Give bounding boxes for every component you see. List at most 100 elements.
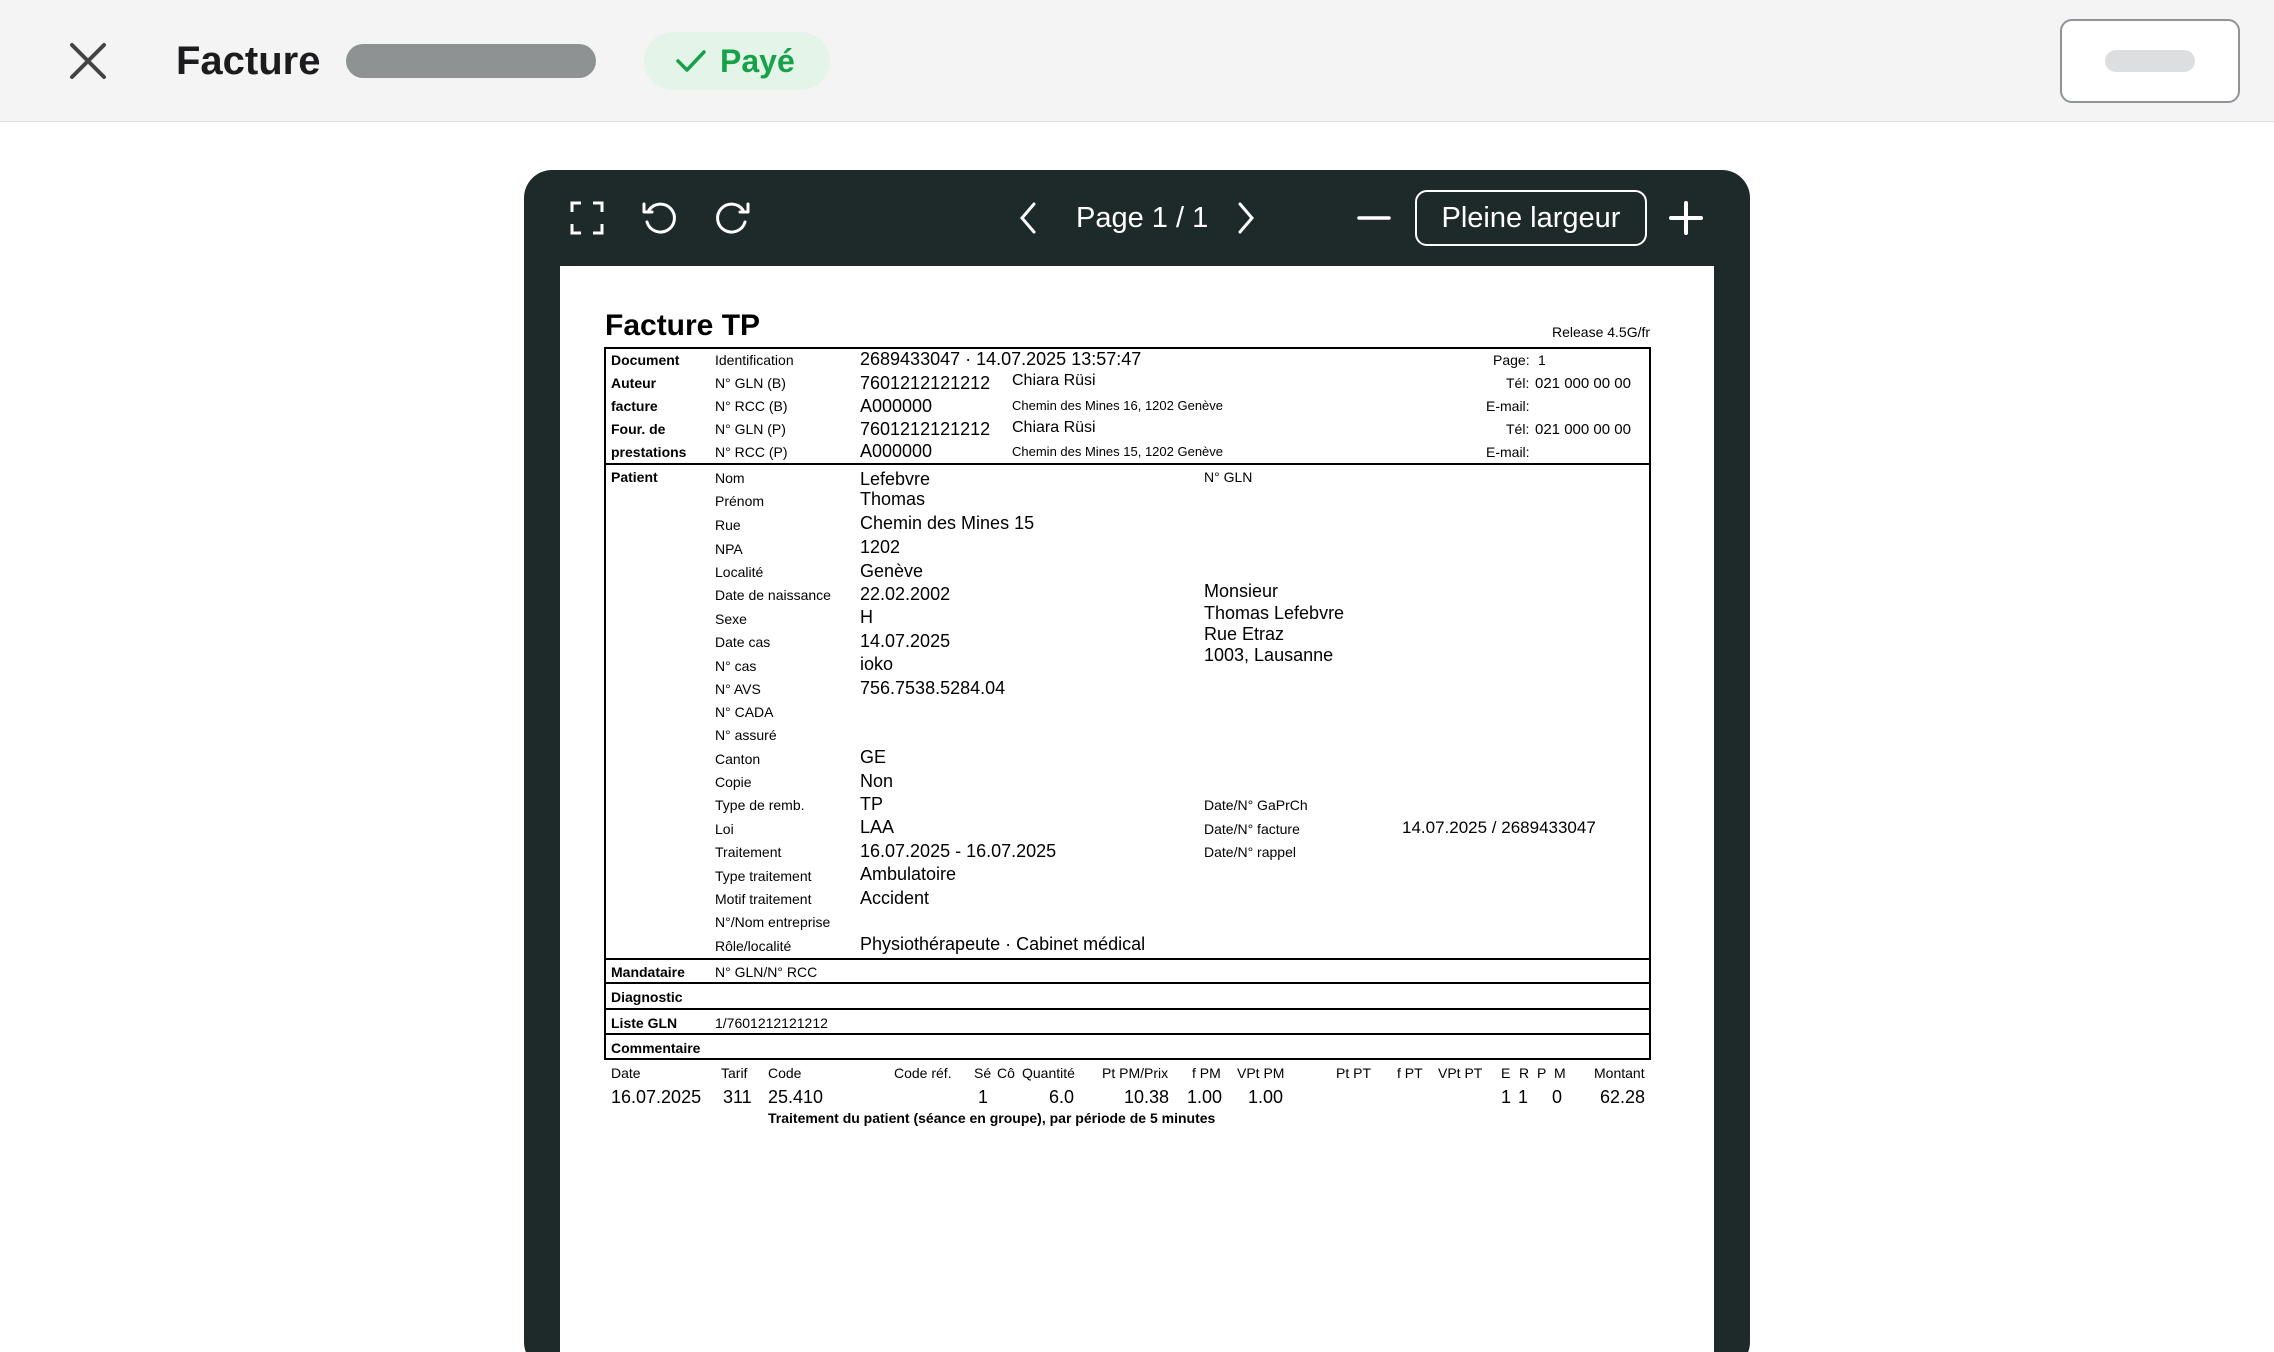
- patient-field-value: LAA: [860, 817, 895, 837]
- patient-field-value: Physiothérapeute · Cabinet médical: [860, 934, 1146, 954]
- column-header: Tarif: [721, 1065, 748, 1081]
- column-header: Quantité: [1022, 1065, 1075, 1081]
- patient-field-label: Date de naissance: [715, 587, 831, 603]
- email-label: E-mail:: [1486, 398, 1530, 414]
- patient-field-label: Nom: [715, 470, 745, 486]
- close-button[interactable]: [58, 36, 118, 86]
- patient-field-label: Rue: [715, 517, 741, 533]
- patient-field-label: Rôle/localité: [715, 938, 792, 954]
- service-r: 1: [1518, 1087, 1529, 1107]
- email-label: E-mail:: [1486, 444, 1530, 460]
- patient-field-label: NPA: [715, 541, 743, 557]
- patient-field-value: 22.02.2002: [860, 584, 951, 604]
- section-label: Liste GLN: [611, 1015, 678, 1031]
- column-header: Pt PT: [1336, 1065, 1372, 1081]
- check-icon: [676, 50, 706, 72]
- fullscreen-button[interactable]: [564, 196, 610, 240]
- next-page-button[interactable]: [1226, 196, 1266, 240]
- field-label: N° RCC (P): [715, 444, 788, 460]
- chevron-right-icon: [1238, 202, 1254, 234]
- plus-icon: [1669, 201, 1703, 235]
- page-value: 1: [1538, 352, 1546, 368]
- patient-field-value: Genève: [860, 561, 924, 581]
- identification-value: 2689433047 · 14.07.2025 13:57:47: [860, 349, 1142, 369]
- address-line: Monsieur: [1204, 581, 1279, 601]
- reference-label: Date/N° GaPrCh: [1204, 797, 1308, 813]
- rotate-left-button[interactable]: [636, 196, 682, 240]
- section-label: prestations: [611, 444, 687, 460]
- patient-field-label: Prénom: [715, 493, 765, 509]
- service-quantity: 6.0: [1049, 1087, 1075, 1107]
- patient-field-value: 16.07.2025 - 16.07.2025: [860, 841, 1057, 861]
- top-bar: Facture Payé: [0, 0, 2274, 122]
- patient-field-label: N° assuré: [715, 727, 777, 743]
- status-badge: Payé: [644, 32, 830, 90]
- address-line: 1003, Lausanne: [1204, 645, 1334, 665]
- page-title: Facture: [176, 39, 321, 83]
- column-header: P: [1537, 1065, 1547, 1081]
- provider-address: Chemin des Mines 15, 1202 Genève: [1012, 444, 1224, 459]
- zoom-out-button[interactable]: [1354, 196, 1394, 240]
- rcc-value: A000000: [860, 441, 933, 461]
- invoice-document: Facture TP Release 4.5G/fr Document Iden…: [560, 266, 1714, 1352]
- column-header: f PM: [1192, 1065, 1221, 1081]
- document-title: Facture TP: [605, 309, 761, 342]
- column-header: E: [1501, 1065, 1511, 1081]
- section-label: Four. de: [611, 421, 666, 437]
- section-label: Patient: [611, 469, 658, 485]
- patient-field-label: Traitement: [715, 844, 782, 860]
- header-action-button[interactable]: [2060, 19, 2240, 103]
- rcc-value: A000000: [860, 396, 933, 416]
- patient-field-label: Type de remb.: [715, 797, 805, 813]
- field-label: N° GLN (B): [715, 375, 786, 391]
- chevron-left-icon: [1020, 202, 1036, 234]
- header-action-placeholder: [2105, 50, 2195, 72]
- column-header: Cô: [997, 1065, 1015, 1081]
- patient-field-value: Lefebvre: [860, 469, 931, 489]
- patient-field-label: Loi: [715, 821, 734, 837]
- patient-gln-label: N° GLN: [1204, 469, 1253, 485]
- divider: [604, 1033, 1651, 1035]
- patient-field-value: Chemin des Mines 15: [860, 513, 1035, 533]
- tel-label: Tél:: [1506, 375, 1530, 391]
- section-label: Diagnostic: [611, 989, 683, 1005]
- service-date: 16.07.2025: [611, 1087, 702, 1107]
- tel-label: Tél:: [1506, 421, 1530, 437]
- address-line: Thomas Lefebvre: [1204, 603, 1345, 623]
- service-description: Traitement du patient (séance en groupe)…: [768, 1110, 1216, 1126]
- column-header: Date: [611, 1065, 641, 1081]
- column-header: Sé: [974, 1065, 992, 1081]
- service-m: 0: [1552, 1087, 1563, 1107]
- author-name: Chiara Rüsi: [1012, 372, 1096, 389]
- page-label: Page:: [1493, 352, 1530, 368]
- tel-value: 021 000 00 00: [1535, 375, 1631, 392]
- page-indicator: Page 1 / 1: [1076, 202, 1209, 234]
- reference-label: Date/N° facture: [1204, 821, 1300, 837]
- column-header: M: [1554, 1065, 1566, 1081]
- patient-field-label: Motif traitement: [715, 891, 812, 907]
- divider: [604, 1008, 1651, 1010]
- patient-field-label: Canton: [715, 751, 761, 767]
- rotate-right-button[interactable]: [710, 196, 756, 240]
- service-pt-pm: 10.38: [1124, 1087, 1170, 1107]
- column-header: R: [1519, 1065, 1530, 1081]
- tel-value: 021 000 00 00: [1535, 421, 1631, 438]
- section-label: Commentaire: [611, 1040, 701, 1056]
- column-header: Code: [768, 1065, 802, 1081]
- gln-value: 7601212121212: [860, 373, 991, 393]
- zoom-in-button[interactable]: [1666, 196, 1706, 240]
- field-label: N° GLN (P): [715, 421, 786, 437]
- section-label: Auteur: [611, 375, 657, 391]
- column-header: Pt PM/Prix: [1102, 1065, 1169, 1081]
- divider: [604, 982, 1651, 984]
- service-code: 25.410: [768, 1087, 824, 1107]
- patient-field-value: 14.07.2025: [860, 631, 951, 651]
- reference-label: Date/N° rappel: [1204, 844, 1296, 860]
- service-session: 1: [978, 1087, 989, 1107]
- previous-page-button[interactable]: [1008, 196, 1048, 240]
- service-e: 1: [1501, 1087, 1512, 1107]
- invoice-reference-value: 14.07.2025 / 2689433047: [1402, 818, 1596, 837]
- address-line: Rue Etraz: [1204, 624, 1285, 644]
- full-width-button[interactable]: Pleine largeur: [1415, 190, 1647, 246]
- patient-field-label: N° CADA: [715, 704, 774, 720]
